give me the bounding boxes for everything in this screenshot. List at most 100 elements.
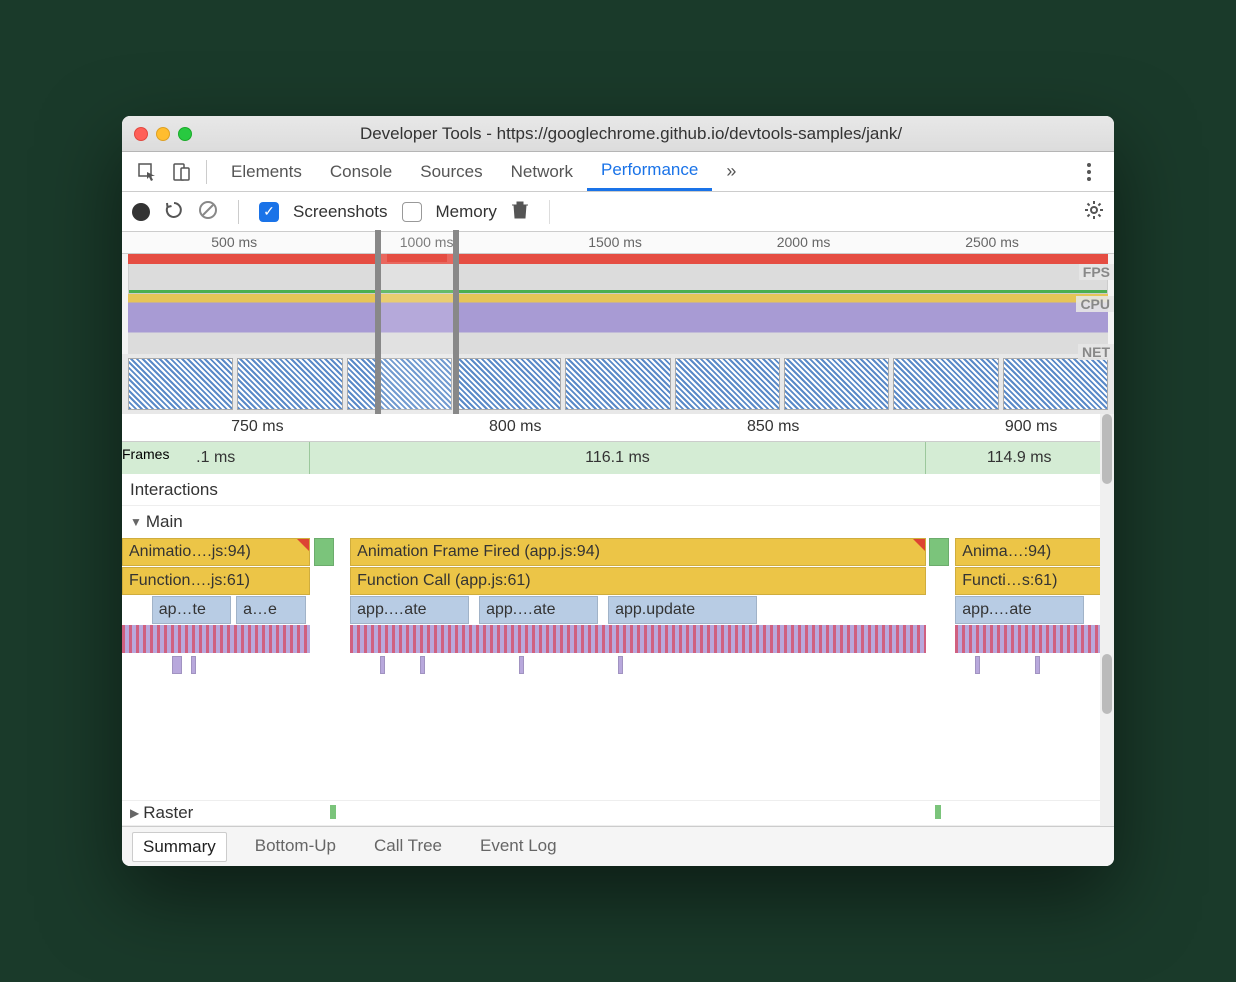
tab-elements[interactable]: Elements <box>217 152 316 191</box>
settings-menu-icon[interactable] <box>1074 163 1104 181</box>
details-tab-event-log[interactable]: Event Log <box>470 832 567 862</box>
performance-toolbar: ✓ Screenshots Memory <box>122 192 1114 232</box>
divider <box>549 200 550 224</box>
clear-button[interactable] <box>198 200 218 223</box>
filmstrip-thumb[interactable] <box>1003 358 1108 410</box>
memory-label[interactable]: Memory <box>436 202 497 222</box>
flame-event[interactable] <box>380 656 385 674</box>
filmstrip-thumb[interactable] <box>893 358 998 410</box>
flame-event[interactable]: app.…ate <box>479 596 598 624</box>
disclosure-triangle-icon[interactable]: ▼ <box>130 515 142 529</box>
ruler-tick: 900 ms <box>1005 418 1057 436</box>
tabs-container: ElementsConsoleSourcesNetworkPerformance <box>217 152 712 191</box>
disclosure-triangle-icon[interactable]: ▶ <box>130 806 139 820</box>
divider <box>238 200 239 224</box>
raster-event[interactable] <box>330 805 336 819</box>
filmstrip-thumb[interactable] <box>128 358 233 410</box>
record-button[interactable] <box>132 203 150 221</box>
raster-event[interactable] <box>935 805 941 819</box>
close-window-button[interactable] <box>134 127 148 141</box>
flame-event[interactable] <box>618 656 623 674</box>
frames-track[interactable]: Frames .1 ms116.1 ms114.9 ms <box>122 442 1114 474</box>
vertical-scrollbar[interactable] <box>1100 414 1114 826</box>
interactions-track[interactable]: Interactions <box>122 474 1114 506</box>
filmstrip-thumb[interactable] <box>675 358 780 410</box>
flame-event[interactable] <box>929 538 949 566</box>
details-tab-summary[interactable]: Summary <box>132 832 227 862</box>
tab-network[interactable]: Network <box>497 152 587 191</box>
screenshots-label[interactable]: Screenshots <box>293 202 388 222</box>
ruler-tick: 850 ms <box>747 418 799 436</box>
flamechart-panel: 750 ms 800 ms 850 ms 900 ms Frames .1 ms… <box>122 414 1114 826</box>
flame-event[interactable] <box>975 656 980 674</box>
main-flamechart[interactable]: Animatio….js:94) Animation Frame Fired (a… <box>122 538 1114 800</box>
tab-sources[interactable]: Sources <box>406 152 496 191</box>
fps-lane <box>128 264 1108 294</box>
screenshots-checkbox[interactable]: ✓ <box>259 202 279 222</box>
overview-lanes: FPS CPU NET <box>122 264 1114 354</box>
filmstrip[interactable] <box>122 354 1114 414</box>
flame-event[interactable]: Animation Frame Fired (app.js:94) <box>350 538 925 566</box>
flame-event[interactable] <box>172 656 182 674</box>
filmstrip-thumb[interactable] <box>456 358 561 410</box>
flame-aggregate[interactable] <box>122 625 310 653</box>
gc-button[interactable] <box>511 200 529 223</box>
flame-event[interactable] <box>1035 656 1040 674</box>
filmstrip-thumb[interactable] <box>237 358 342 410</box>
titlebar: Developer Tools - https://googlechrome.g… <box>122 116 1114 152</box>
flame-event[interactable] <box>420 656 425 674</box>
net-lane <box>128 342 1108 354</box>
flame-aggregate[interactable] <box>955 625 1114 653</box>
flame-event[interactable]: app.update <box>608 596 757 624</box>
minimize-window-button[interactable] <box>156 127 170 141</box>
frames-track-label: Frames <box>122 446 169 462</box>
timeline-ruler[interactable]: 750 ms 800 ms 850 ms 900 ms <box>122 414 1114 442</box>
flame-event[interactable]: app.…ate <box>955 596 1084 624</box>
overview-selection-handle[interactable] <box>375 232 459 414</box>
flame-event[interactable]: ap…te <box>152 596 231 624</box>
filmstrip-thumb[interactable] <box>565 358 670 410</box>
scrollbar-thumb[interactable] <box>1102 654 1112 714</box>
more-tabs-button[interactable]: » <box>716 161 746 182</box>
raster-track-header[interactable]: ▶Raster <box>122 800 1114 826</box>
panel-tabstrip: ElementsConsoleSourcesNetworkPerformance… <box>122 152 1114 192</box>
device-toolbar-icon[interactable] <box>166 157 196 187</box>
details-tab-bottom-up[interactable]: Bottom-Up <box>245 832 346 862</box>
ruler-tick: 2500 ms <box>965 234 1019 250</box>
tab-console[interactable]: Console <box>316 152 406 191</box>
ruler-tick: 1500 ms <box>588 234 642 250</box>
main-track-header[interactable]: ▼ Main <box>122 506 1114 538</box>
flame-event[interactable]: Anima…:94) <box>955 538 1114 566</box>
flame-aggregate[interactable] <box>350 625 925 653</box>
flame-event[interactable]: a…e <box>236 596 305 624</box>
reload-record-button[interactable] <box>164 200 184 223</box>
flame-event[interactable]: Function….js:61) <box>122 567 310 595</box>
flame-event[interactable]: Function Call (app.js:61) <box>350 567 925 595</box>
tab-performance[interactable]: Performance <box>587 152 712 191</box>
main-track-label: Main <box>146 512 183 532</box>
overview-ruler[interactable]: 500 ms 1000 ms 1500 ms 2000 ms 2500 ms <box>122 232 1114 254</box>
ruler-tick: 500 ms <box>211 234 257 250</box>
memory-checkbox[interactable] <box>402 202 422 222</box>
flame-event[interactable] <box>314 538 334 566</box>
flame-event[interactable]: Functi…s:61) <box>955 567 1114 595</box>
filmstrip-thumb[interactable] <box>784 358 889 410</box>
interactions-track-label: Interactions <box>122 480 218 500</box>
net-lane-label: NET <box>1078 344 1114 360</box>
details-tabstrip: Summary Bottom-Up Call Tree Event Log <box>122 826 1114 866</box>
frame-segment[interactable]: 116.1 ms <box>310 442 925 474</box>
scrollbar-thumb[interactable] <box>1102 414 1112 484</box>
cpu-lane <box>128 294 1108 342</box>
inspect-element-icon[interactable] <box>132 157 162 187</box>
overview-panel[interactable]: 500 ms 1000 ms 1500 ms 2000 ms 2500 ms F… <box>122 232 1114 414</box>
devtools-window: Developer Tools - https://googlechrome.g… <box>122 116 1114 866</box>
flame-event[interactable] <box>519 656 524 674</box>
details-tab-call-tree[interactable]: Call Tree <box>364 832 452 862</box>
frame-segment[interactable]: 114.9 ms <box>926 442 1114 474</box>
capture-settings-icon[interactable] <box>1084 200 1104 223</box>
cpu-lane-label: CPU <box>1076 296 1114 312</box>
flame-event[interactable]: app.…ate <box>350 596 469 624</box>
zoom-window-button[interactable] <box>178 127 192 141</box>
flame-event[interactable] <box>191 656 196 674</box>
flame-event[interactable]: Animatio….js:94) <box>122 538 310 566</box>
